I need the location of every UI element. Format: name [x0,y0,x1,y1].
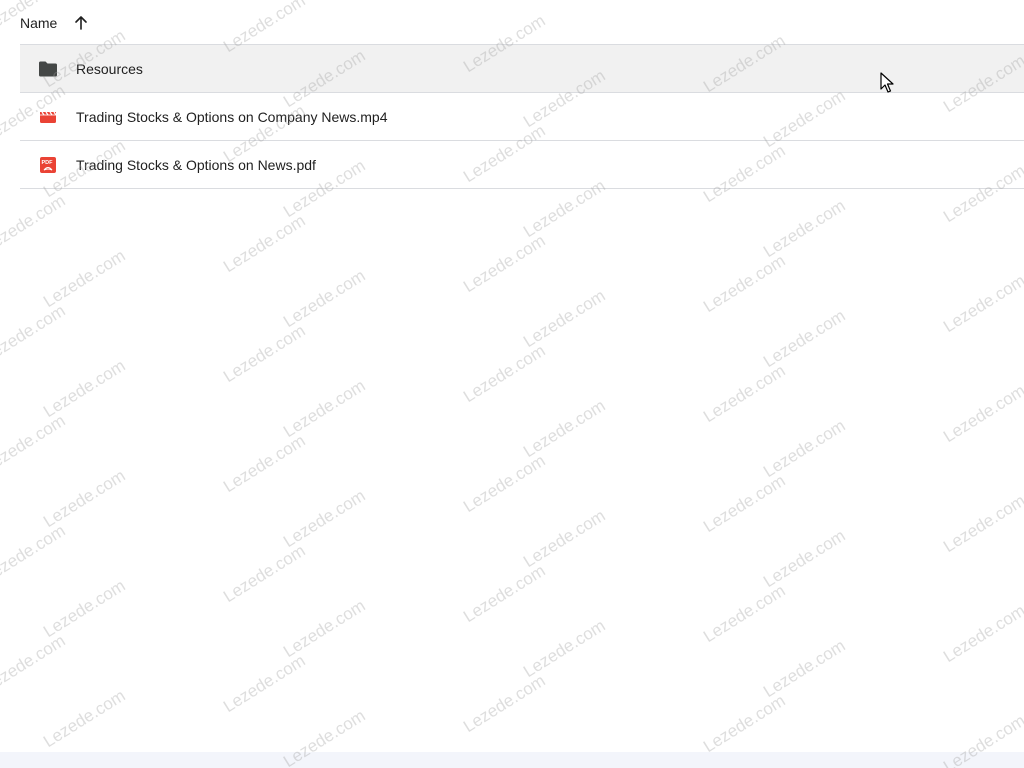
watermark-text: Lezede.com [220,430,309,497]
watermark-text: Lezede.com [40,465,129,532]
file-list: Resources Trading Stocks & Options on Co… [20,44,1024,189]
watermark-text: Lezede.com [280,595,369,662]
watermark-text: Lezede.com [280,375,369,442]
file-row-resources[interactable]: Resources [20,44,1024,92]
video-file-icon [38,107,58,127]
watermark-text: Lezede.com [0,630,69,697]
watermark-text: Lezede.com [40,245,129,312]
file-row-video[interactable]: Trading Stocks & Options on Company News… [20,92,1024,140]
watermark-text: Lezede.com [220,540,309,607]
watermark-text: Lezede.com [460,340,549,407]
watermark-text: Lezede.com [520,395,609,462]
file-name: Trading Stocks & Options on News.pdf [76,156,316,173]
watermark-text: Lezede.com [940,600,1024,667]
watermark-text: Lezede.com [760,195,849,262]
watermark-text: Lezede.com [460,560,549,627]
svg-text:PDF: PDF [42,160,54,166]
file-name: Resources [76,60,143,77]
watermark-text: Lezede.com [700,580,789,647]
folder-icon [38,59,58,79]
watermark-text: Lezede.com [0,520,69,587]
watermark-text: Lezede.com [700,690,789,757]
watermark-text: Lezede.com [220,210,309,277]
watermark-text: Lezede.com [760,525,849,592]
file-browser-page: Name Resources Trading Stocks & Options … [0,0,1024,768]
watermark-text: Lezede.com [460,450,549,517]
watermark-text: Lezede.com [40,355,129,422]
watermark-text: Lezede.com [760,635,849,702]
file-row-pdf[interactable]: PDF Trading Stocks & Options on News.pdf [20,140,1024,189]
watermark-text: Lezede.com [760,305,849,372]
watermark-text: Lezede.com [460,230,549,297]
mouse-cursor-icon [880,72,894,94]
bottom-bar [0,752,1024,768]
watermark-text: Lezede.com [520,615,609,682]
watermark-text: Lezede.com [0,190,69,257]
watermark-text: Lezede.com [40,685,129,752]
watermark-text: Lezede.com [700,250,789,317]
watermark-text: Lezede.com [700,360,789,427]
watermark-text: Lezede.com [0,300,69,367]
list-header: Name [0,0,1024,45]
watermark-text: Lezede.com [280,265,369,332]
watermark-text: Lezede.com [700,470,789,537]
watermark-text: Lezede.com [520,505,609,572]
watermark-text: Lezede.com [220,650,309,717]
watermark-text: Lezede.com [40,575,129,642]
pdf-file-icon: PDF [38,155,58,175]
watermark-text: Lezede.com [0,410,69,477]
watermark-text: Lezede.com [760,415,849,482]
watermark-text: Lezede.com [940,490,1024,557]
watermark-text: Lezede.com [460,670,549,737]
watermark-text: Lezede.com [940,270,1024,337]
watermark-text: Lezede.com [940,380,1024,447]
watermark-text: Lezede.com [220,320,309,387]
watermark-text: Lezede.com [280,485,369,552]
name-column-label: Name [20,14,58,31]
name-column-header[interactable]: Name [20,15,89,31]
file-name: Trading Stocks & Options on Company News… [76,108,388,125]
watermark-text: Lezede.com [520,285,609,352]
arrow-up-icon[interactable] [73,15,89,31]
